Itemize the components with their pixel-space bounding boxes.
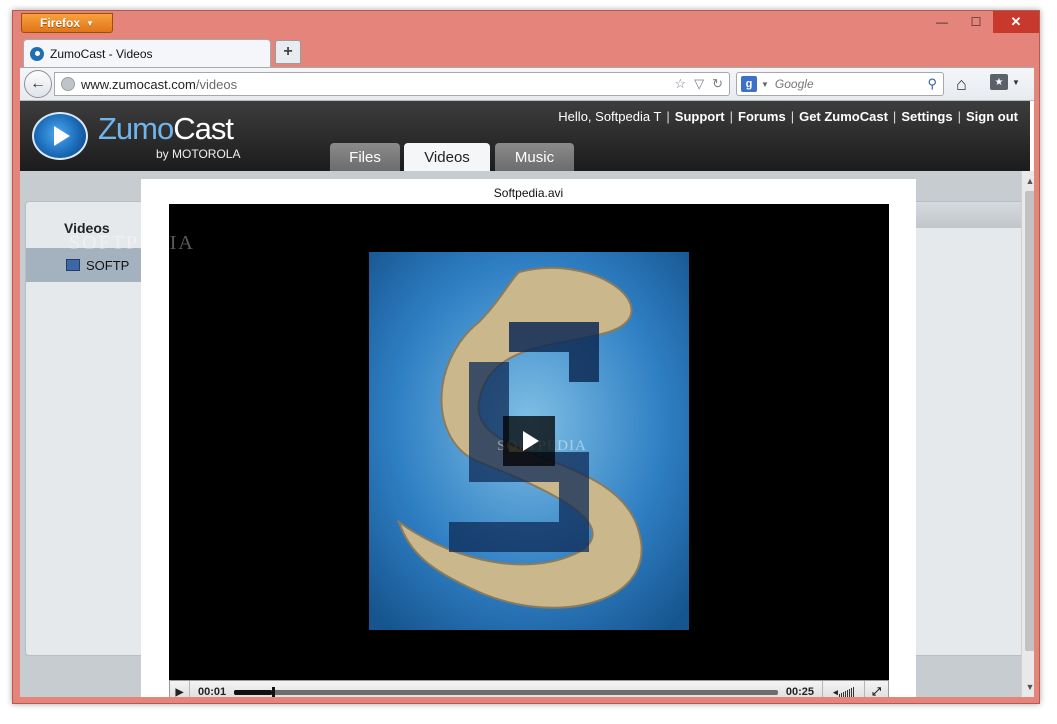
firefox-menu-button[interactable]: Firefox ▼ (21, 13, 113, 33)
site-header: ZumoCast by MOTOROLA Hello, Softpedia T … (20, 101, 1030, 171)
play-icon[interactable]: ▶ (170, 681, 190, 697)
video-file-icon (66, 259, 80, 271)
tab-music[interactable]: Music (495, 143, 574, 171)
vertical-scrollbar[interactable]: ▲ ▼ (1021, 171, 1034, 697)
settings-link[interactable]: Settings (901, 109, 952, 124)
content-panel-header (899, 202, 1025, 228)
firefox-menu-label: Firefox (40, 16, 81, 30)
google-engine-icon[interactable]: g (741, 76, 757, 92)
browser-window: Firefox ▼ — ☐ ✕ ZumoCast - Videos + ← ww… (12, 10, 1040, 704)
sidebar-item-label: SOFTP (86, 257, 130, 273)
user-links: Hello, Softpedia T | Support | Forums | … (558, 109, 1018, 124)
bookmarks-icon: ★ (990, 74, 1008, 90)
site-logo[interactable]: ZumoCast (98, 111, 234, 147)
globe-icon (61, 77, 75, 91)
forums-link[interactable]: Forums (738, 109, 786, 124)
sign-out-link[interactable]: Sign out (966, 109, 1018, 124)
separator: | (729, 109, 734, 124)
get-zumocast-link[interactable]: Get ZumoCast (799, 109, 888, 124)
url-path: /videos (195, 76, 238, 92)
close-icon[interactable]: ✕ (993, 11, 1039, 33)
logo-primary: Zumo (98, 111, 174, 146)
zumocast-favicon-icon (30, 46, 44, 61)
volume-level-icon (838, 687, 854, 697)
chevron-down-icon: ▼ (86, 18, 94, 28)
play-overlay-icon[interactable] (503, 416, 555, 466)
zumocast-logo-icon[interactable] (32, 112, 88, 160)
scroll-down-arrow-icon[interactable]: ▼ (1022, 679, 1034, 695)
player-controls: ▶ 00:01 00:25 ◂ ⤢ (169, 680, 889, 697)
video-file-name: Softpedia.avi (493, 186, 564, 200)
tab-videos[interactable]: Videos (404, 143, 490, 171)
seek-progress (234, 689, 273, 695)
greeting: Hello, Softpedia T (558, 109, 662, 124)
url-host: www.zumocast.com (81, 76, 196, 92)
scroll-up-arrow-icon[interactable]: ▲ (1022, 173, 1034, 189)
logo-secondary: Cast (173, 111, 234, 146)
logo-byline: by MOTOROLA (156, 147, 241, 161)
navigation-toolbar: ← www.zumocast.com /videos ☆ ▽ ↻ g ▼ Goo… (20, 67, 1034, 101)
search-bar[interactable]: g ▼ Google ⚲ (736, 72, 944, 96)
browser-tab[interactable]: ZumoCast - Videos (23, 39, 271, 67)
current-time: 00:01 (198, 686, 227, 697)
duration: 00:25 (785, 686, 814, 697)
separator: | (790, 109, 795, 124)
video-player[interactable]: SOFTPEDIA SOFTPEDIA ▶ 00:01 00:25 ◂ (69, 204, 889, 697)
new-tab-button[interactable]: + (275, 40, 301, 64)
url-history-dropdown-icon[interactable]: ▽ (694, 76, 704, 92)
home-icon[interactable]: ⌂ (956, 74, 967, 95)
minimize-icon[interactable]: — (925, 11, 959, 33)
window-controls: — ☐ ✕ (925, 11, 1039, 33)
back-arrow-icon[interactable]: ← (24, 70, 52, 98)
search-engine-dropdown-icon[interactable]: ▼ (761, 80, 769, 89)
bookmarks-menu-button[interactable]: ★ ▼ (990, 74, 1020, 90)
magnifier-icon[interactable]: ⚲ (927, 76, 937, 92)
watermark-text-top: SOFTPEDIA (69, 232, 195, 254)
separator: | (666, 109, 670, 124)
bookmark-star-icon[interactable]: ☆ (674, 76, 686, 92)
support-link[interactable]: Support (675, 109, 725, 124)
page-viewport: ZumoCast by MOTOROLA Hello, Softpedia T … (20, 101, 1034, 697)
seek-handle[interactable] (272, 686, 276, 697)
tab-title: ZumoCast - Videos (50, 46, 153, 61)
chevron-down-icon: ▼ (1012, 77, 1020, 87)
url-bar[interactable]: www.zumocast.com /videos ☆ ▽ ↻ (54, 72, 730, 96)
separator: | (957, 109, 961, 124)
reload-icon[interactable]: ↻ (712, 76, 723, 92)
seek-bar[interactable] (234, 686, 778, 697)
search-placeholder: Google (774, 77, 814, 91)
videos-sidebar: Videos SOFTP (25, 201, 146, 656)
separator: | (892, 109, 897, 124)
fullscreen-icon[interactable]: ⤢ (864, 681, 888, 697)
content-panel (898, 201, 1026, 656)
volume-control[interactable]: ◂ (822, 681, 864, 697)
scroll-thumb[interactable] (1025, 191, 1034, 651)
maximize-icon[interactable]: ☐ (959, 11, 993, 33)
speaker-icon: ◂ (833, 686, 838, 697)
tab-files[interactable]: Files (330, 143, 400, 171)
video-player-dialog: Softpedia.avi SOFTPEDIA ▶ 00:01 00:25 ◂ … (69, 179, 916, 697)
